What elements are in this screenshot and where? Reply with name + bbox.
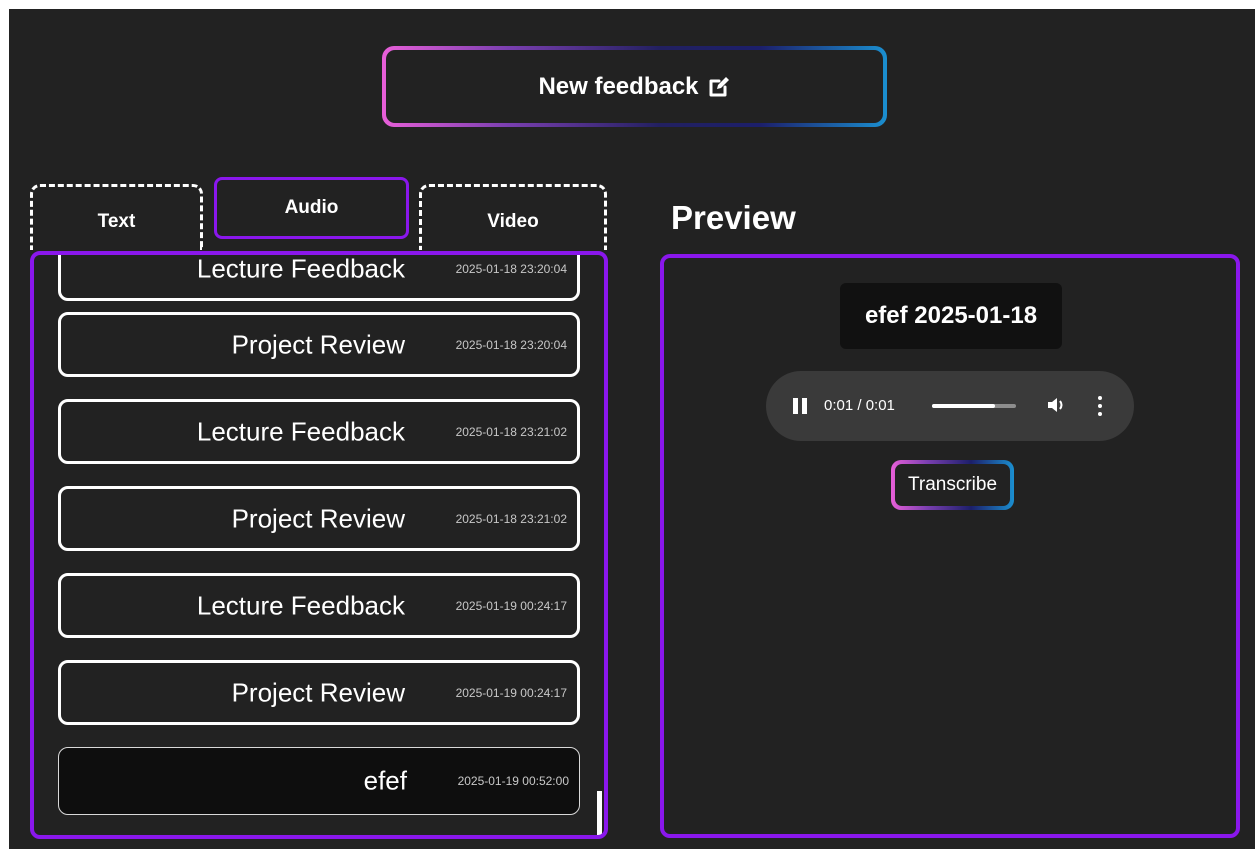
list-item-title: Project Review: [231, 329, 405, 359]
list-item-title: efef: [363, 765, 407, 796]
list-item-timestamp: 2025-01-18 23:21:02: [455, 511, 567, 526]
transcribe-button[interactable]: Transcribe: [895, 464, 1010, 506]
volume-icon[interactable]: [1046, 394, 1068, 416]
list-item-title: Project Review: [231, 677, 405, 707]
list-item-timestamp: 2025-01-18 23:20:04: [455, 261, 567, 276]
tab-text[interactable]: Text: [30, 184, 203, 250]
pause-icon[interactable]: [793, 398, 807, 414]
list-item[interactable]: Lecture Feedback 2025-01-19 00:24:17: [58, 573, 580, 638]
tab-video[interactable]: Video: [419, 184, 607, 250]
new-feedback-label: New feedback: [538, 72, 699, 100]
list-item-timestamp: 2025-01-19 00:24:17: [455, 598, 567, 613]
new-feedback-button[interactable]: New feedback: [386, 50, 883, 123]
preview-heading: Preview: [671, 199, 796, 236]
list-item-title: Project Review: [231, 503, 405, 533]
audio-seek-bar[interactable]: [932, 404, 1016, 408]
audio-time: 0:01 / 0:01: [824, 397, 895, 414]
list-item[interactable]: Project Review 2025-01-18 23:20:04: [58, 312, 580, 377]
tab-text-label: Text: [97, 210, 136, 232]
list-item[interactable]: Lecture Feedback 2025-01-18 23:20:04: [58, 253, 580, 301]
tab-video-label: Video: [487, 210, 539, 232]
app-root: New feedback Text Audio Video Lecture Fe…: [9, 9, 1255, 849]
recording-title: efef 2025-01-18: [840, 283, 1062, 349]
list-item-timestamp: 2025-01-18 23:21:02: [455, 424, 567, 439]
list-scrollbar-thumb[interactable]: [597, 791, 602, 835]
tab-audio[interactable]: Audio: [214, 177, 409, 239]
audio-player[interactable]: 0:01 / 0:01: [766, 371, 1134, 441]
more-options-icon[interactable]: [1096, 396, 1104, 416]
feedback-list[interactable]: Lecture Feedback 2025-01-18 23:20:04 Pro…: [30, 251, 608, 839]
preview-panel: efef 2025-01-18 0:01 / 0:01 Transcribe: [660, 254, 1240, 838]
list-item[interactable]: Project Review 2025-01-19 00:24:17: [58, 660, 580, 725]
audio-progress-fill: [932, 404, 995, 408]
list-item[interactable]: Project Review 2025-01-18 23:21:02: [58, 486, 580, 551]
transcribe-button-border: Transcribe: [891, 460, 1014, 510]
list-item-timestamp: 2025-01-18 23:20:04: [455, 337, 567, 352]
list-item-selected[interactable]: efef 2025-01-19 00:52:00: [58, 747, 580, 815]
new-feedback-button-border: New feedback: [382, 46, 887, 127]
edit-icon: [709, 76, 729, 96]
list-item-title: Lecture Feedback: [196, 590, 405, 620]
list-item-title: Lecture Feedback: [196, 253, 405, 283]
list-item[interactable]: Lecture Feedback 2025-01-18 23:21:02: [58, 399, 580, 464]
list-item-title: Lecture Feedback: [196, 416, 405, 446]
list-item-timestamp: 2025-01-19 00:52:00: [457, 774, 569, 788]
list-item-timestamp: 2025-01-19 00:24:17: [455, 685, 567, 700]
tab-audio-label: Audio: [284, 197, 339, 218]
